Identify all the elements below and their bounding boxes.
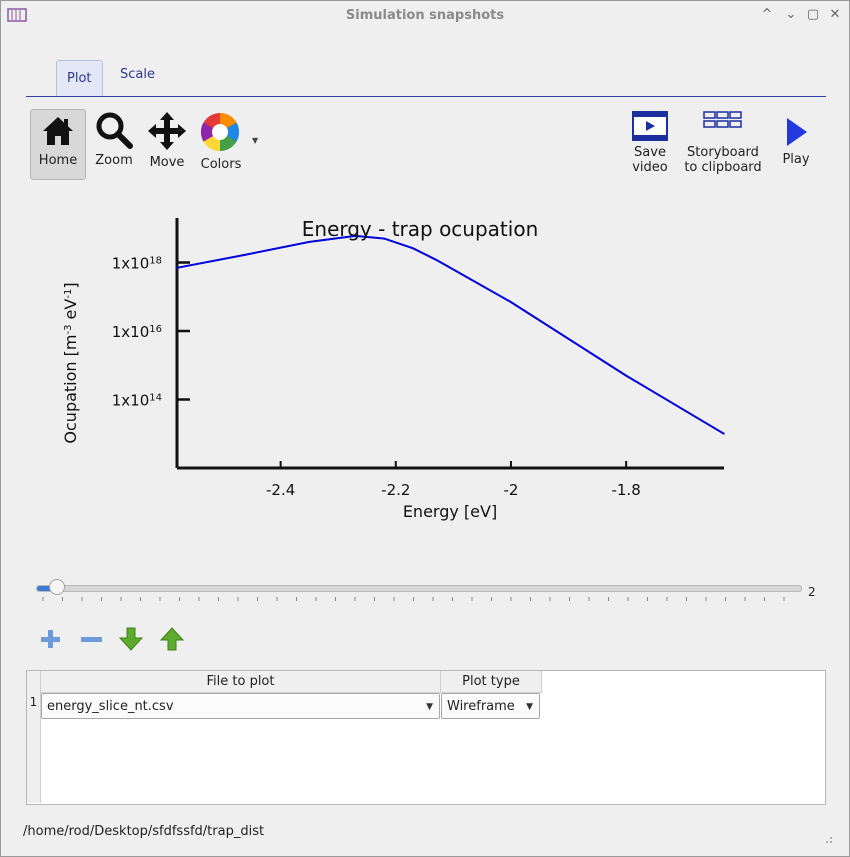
- window-title: Simulation snapshots: [345, 8, 505, 23]
- keep-above-button[interactable]: ^: [759, 7, 775, 23]
- minimize-button[interactable]: ⌄: [783, 7, 799, 23]
- x-tick-label: -2.2: [381, 481, 410, 499]
- y-axis-label-d: -1: [63, 289, 74, 299]
- chart-axes: [175, 218, 724, 470]
- status-path: /home/rod/Desktop/sfdfssfd/trap_dist: [23, 824, 265, 839]
- resize-grip-icon[interactable]: [823, 834, 833, 844]
- header-plot-type[interactable]: Plot type: [441, 671, 542, 692]
- chevron-down-icon: ▼: [426, 702, 433, 712]
- corner-cell: [27, 671, 41, 692]
- header-file-to-plot[interactable]: File to plot: [41, 671, 441, 692]
- snapshot-slider-track[interactable]: [36, 585, 802, 592]
- data-point: [245, 253, 247, 256]
- y-tick-label: 1x1014: [112, 392, 162, 410]
- x-tick-label: -2: [503, 481, 518, 499]
- slider-ticks: [42, 597, 785, 601]
- y-axis-label: Ocupation [m-3 eV-1]: [61, 282, 80, 443]
- main-window: Simulation snapshots ^ ⌄ ▢ ✕ Plot Scale …: [0, 0, 850, 857]
- y-axis-label-e: ]: [61, 282, 80, 288]
- file-select-value: energy_slice_nt.csv: [47, 699, 174, 714]
- y-tick-label: 1x1016: [112, 323, 162, 341]
- snapshot-slider-handle[interactable]: [49, 579, 65, 595]
- data-point: [308, 241, 311, 243]
- data-point: [435, 259, 437, 261]
- data-point: [723, 433, 725, 435]
- file-table: File to plot Plot type 1 energy_slice_nt…: [26, 670, 826, 805]
- move-down-icon[interactable]: [119, 627, 143, 651]
- close-button[interactable]: ✕: [827, 7, 843, 23]
- plot-type-select-value: Wireframe: [447, 699, 515, 714]
- plot-type-select[interactable]: Wireframe ▼: [441, 693, 540, 719]
- maximize-button[interactable]: ▢: [805, 7, 821, 23]
- add-icon[interactable]: [38, 627, 62, 651]
- data-point: [625, 374, 627, 377]
- x-axis-label: Energy [eV]: [403, 502, 497, 521]
- series-line: [176, 234, 725, 435]
- table-header: File to plot Plot type: [27, 671, 542, 693]
- y-axis-label-c: eV: [61, 299, 80, 325]
- chart-ticks: -2.4 -2.2 -2 -1.8 1x1018 1x1016 1x1014: [112, 255, 641, 499]
- x-tick-label: -1.8: [611, 481, 640, 499]
- y-tick-label: 1x1018: [112, 255, 162, 273]
- chart-title: Energy - trap ocupation: [302, 217, 539, 241]
- data-point: [412, 247, 414, 250]
- row-number: 1: [29, 695, 38, 709]
- chevron-down-icon: ▼: [526, 702, 533, 712]
- y-axis-label-a: Ocupation [m: [61, 335, 80, 444]
- x-tick-label: -2.4: [266, 481, 295, 499]
- title-bar: Simulation snapshots ^ ⌄ ▢ ✕: [1, 1, 849, 31]
- data-point: [510, 301, 512, 303]
- content-area: Plot Scale Home Zoom Move Colors ▼ Save …: [7, 32, 843, 852]
- move-up-icon[interactable]: [160, 627, 184, 651]
- y-axis-label-b: -3: [63, 325, 74, 335]
- file-select[interactable]: energy_slice_nt.csv ▼: [41, 693, 440, 719]
- energy-chart[interactable]: -2.4 -2.2 -2 -1.8 1x1018 1x1016 1x1014 Energy …: [7, 32, 843, 552]
- slider-value: 2: [808, 585, 816, 599]
- remove-icon[interactable]: [79, 627, 103, 651]
- data-point: [176, 267, 178, 269]
